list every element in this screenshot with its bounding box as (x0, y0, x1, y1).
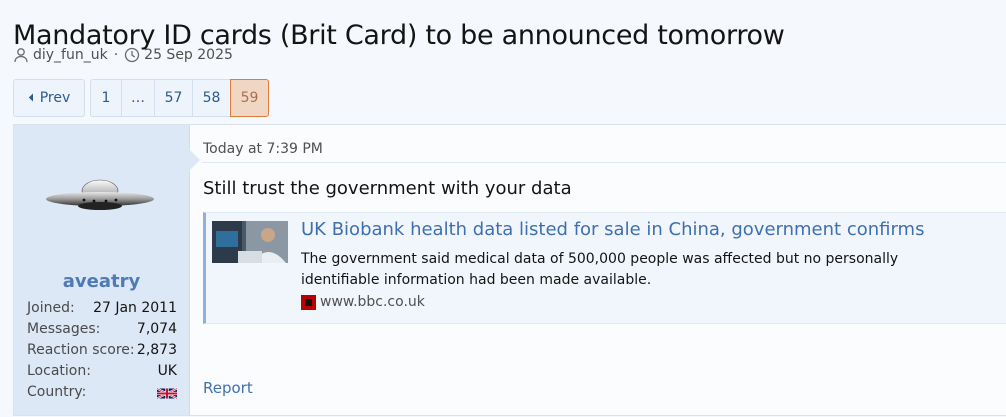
link-preview-description: The government said medical data of 500,… (301, 251, 899, 288)
post-date-link[interactable]: Today at 7:39 PM (203, 141, 323, 157)
page-link-58[interactable]: 58 (192, 79, 230, 117)
link-preview-thumbnail[interactable] (212, 221, 288, 263)
pagination: Prev 1 … 57 58 59 (13, 79, 269, 117)
divider (202, 162, 1006, 163)
clock-icon (124, 47, 140, 63)
post: aveatry Joined: 27 Jan 2011 Messages: 7,… (13, 124, 1006, 416)
stat-label: Reaction score: (27, 342, 135, 358)
stat-location: Location: UK (27, 361, 177, 382)
meta-separator: · (113, 47, 119, 63)
report-link[interactable]: Report (203, 379, 253, 397)
page-link-57[interactable]: 57 (154, 79, 192, 117)
page-jump-ellipsis[interactable]: … (121, 79, 154, 117)
stat-value: 27 Jan 2011 (93, 300, 177, 316)
bbc-favicon-icon (301, 294, 316, 310)
stat-messages: Messages: 7,074 (27, 319, 177, 340)
stat-country: Country: (27, 382, 178, 403)
page-link-current[interactable]: 59 (230, 79, 269, 117)
page-number-group: 1 … 57 58 59 (90, 79, 269, 117)
link-preview-title[interactable]: UK Biobank health data listed for sale i… (301, 219, 924, 240)
avatar[interactable] (44, 177, 156, 217)
stat-label: Country: (27, 384, 87, 400)
thread-meta: diy_fun_uk · 25 Sep 2025 (13, 47, 233, 63)
link-preview-source[interactable]: www.bbc.co.uk (301, 294, 425, 310)
username-link[interactable]: aveatry (14, 271, 189, 292)
stat-joined: Joined: 27 Jan 2011 (27, 298, 177, 319)
stat-value: 2,873 (136, 342, 177, 358)
user-stats: Joined: 27 Jan 2011 Messages: 7,074 Reac… (27, 298, 178, 403)
prev-page-button[interactable]: Prev (13, 79, 85, 117)
prev-label: Prev (39, 90, 71, 106)
user-icon (13, 47, 29, 63)
user-cell-arrow (189, 149, 200, 171)
caret-left-icon (28, 90, 34, 106)
stat-label: Joined: (27, 300, 75, 316)
link-preview-domain: www.bbc.co.uk (320, 294, 425, 310)
stat-value[interactable]: UK (158, 361, 177, 382)
union-jack-flag-icon (156, 386, 178, 400)
link-preview[interactable]: UK Biobank health data listed for sale i… (203, 212, 1006, 324)
post-user-cell: aveatry Joined: 27 Jan 2011 Messages: 7,… (14, 125, 190, 415)
page-link-1[interactable]: 1 (90, 79, 121, 117)
thread-date-link[interactable]: 25 Sep 2025 (144, 47, 233, 63)
stat-label: Location: (27, 363, 91, 379)
stat-reaction-score: Reaction score: 2,873 (27, 340, 177, 361)
thread-author-link[interactable]: diy_fun_uk (33, 47, 108, 63)
post-main: Today at 7:39 PM Still trust the governm… (202, 125, 1006, 415)
post-body-text: Still trust the government with your dat… (203, 178, 572, 199)
stat-value[interactable]: 7,074 (137, 319, 177, 340)
stat-label: Messages: (27, 321, 101, 337)
